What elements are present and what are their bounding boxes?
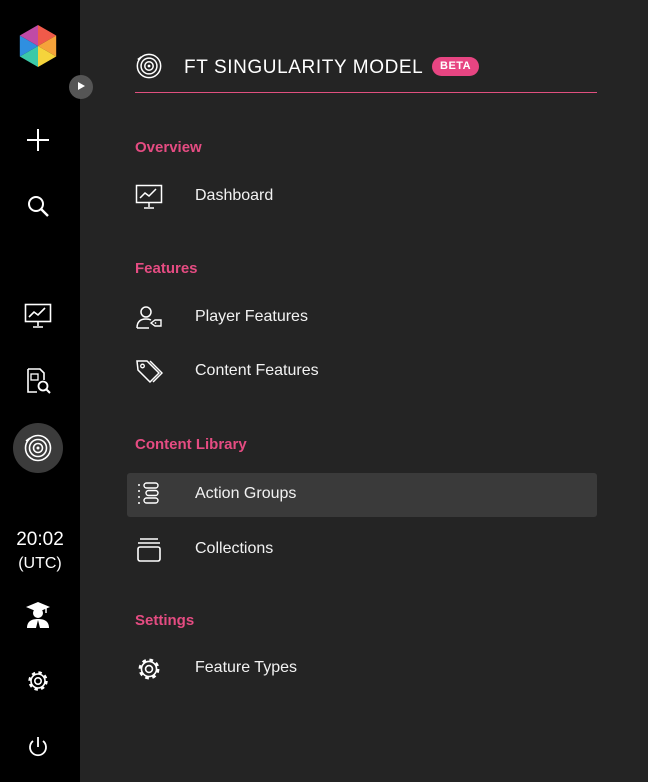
target-icon (23, 433, 53, 463)
expand-rail-button[interactable] (69, 75, 93, 99)
utc-clock: 20:02 (UTC) (0, 528, 80, 576)
clock-timezone: (UTC) (18, 555, 62, 572)
gear-icon (135, 655, 163, 683)
page-title: FT SINGULARITY MODEL (184, 57, 424, 78)
panel-header: FT SINGULARITY MODEL BETA (135, 48, 597, 93)
search-icon (26, 194, 50, 218)
archive-icon (135, 536, 163, 564)
beta-badge: BETA (432, 57, 480, 76)
list-group-icon (135, 481, 163, 509)
nav-item-feature-types[interactable]: Feature Types (127, 647, 597, 691)
rail-add-button[interactable] (13, 115, 63, 165)
power-icon (26, 735, 50, 759)
target-icon (135, 51, 163, 86)
section-label-settings: Settings (135, 612, 195, 629)
graduate-user-icon (25, 601, 51, 629)
play-arrow-icon (76, 78, 86, 96)
nav-item-action-groups[interactable]: Action Groups (127, 473, 597, 517)
rail-inspect-button[interactable] (13, 356, 63, 406)
nav-item-label: Content Features (195, 362, 319, 379)
app-logo[interactable] (17, 25, 59, 67)
nav-item-label: Player Features (195, 308, 308, 325)
nav-item-label: Collections (195, 540, 274, 557)
rail-user-button[interactable] (13, 590, 63, 640)
nav-item-content-features[interactable]: Content Features (127, 350, 597, 394)
nav-item-collections[interactable]: Collections (127, 528, 597, 572)
icon-rail: 20:02 (UTC) (0, 0, 93, 782)
rail-search-button[interactable] (13, 181, 63, 231)
plus-icon (25, 127, 51, 153)
document-search-icon (24, 367, 52, 395)
rail-singularity-button[interactable] (13, 423, 63, 473)
rail-dashboard-button[interactable] (13, 291, 63, 341)
section-label-content-library: Content Library (135, 436, 247, 453)
user-tag-icon (135, 304, 163, 332)
nav-item-dashboard[interactable]: Dashboard (127, 175, 597, 219)
nav-item-label: Dashboard (195, 187, 274, 204)
clock-time: 20:02 (16, 529, 64, 550)
nav-item-player-features[interactable]: Player Features (127, 296, 597, 340)
monitor-chart-icon (24, 303, 52, 329)
rail-settings-button[interactable] (13, 656, 63, 706)
navigation-panel: FT SINGULARITY MODEL BETA Overview Dashb… (80, 0, 648, 782)
tags-icon (135, 358, 164, 386)
rail-logout-button[interactable] (13, 722, 63, 772)
nav-item-label: Action Groups (195, 485, 297, 502)
gear-icon (25, 668, 51, 694)
monitor-chart-icon (135, 183, 163, 211)
section-label-overview: Overview (135, 139, 202, 156)
nav-item-label: Feature Types (195, 659, 297, 676)
section-label-features: Features (135, 260, 198, 277)
